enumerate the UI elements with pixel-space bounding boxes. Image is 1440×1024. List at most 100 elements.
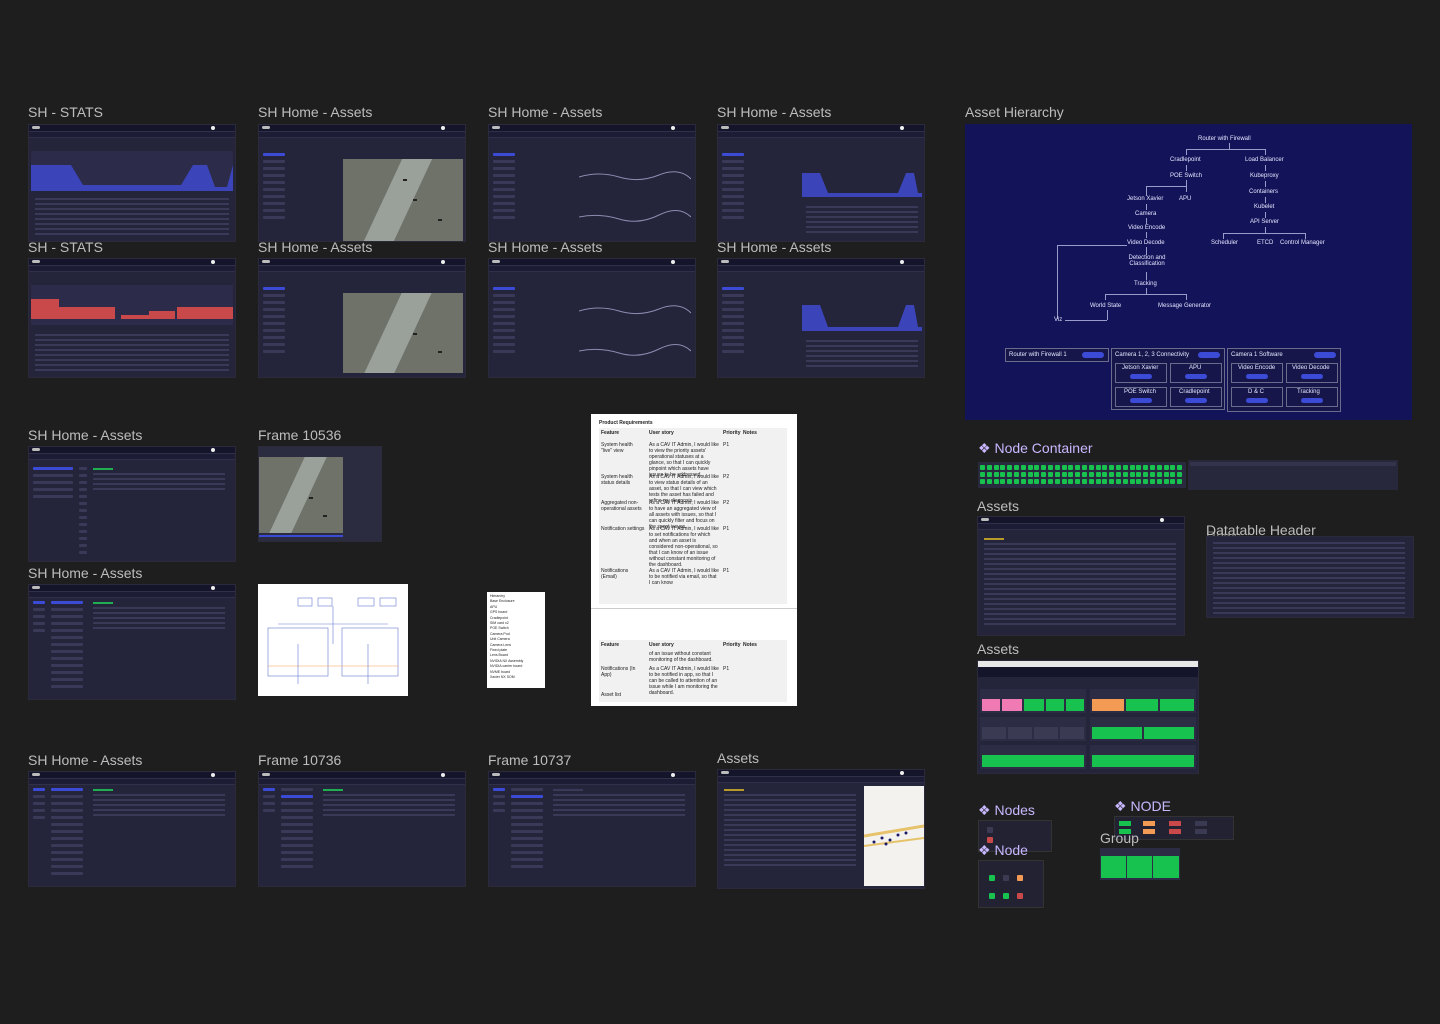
frame-sh-home-assets-5[interactable] (488, 258, 696, 378)
frame-sh-home-assets-4[interactable] (258, 258, 466, 378)
node-detection[interactable]: Detection and Classification (1125, 255, 1169, 267)
node-camera[interactable]: Camera (1135, 211, 1156, 217)
frame-label-frame-10736[interactable]: Frame 10736 (258, 752, 341, 768)
node-etcd[interactable]: ETCD (1257, 240, 1273, 246)
asset-card[interactable] (980, 689, 1086, 713)
frame-sh-home-assets-6[interactable] (717, 258, 925, 378)
asset-list[interactable] (509, 784, 545, 872)
frame-10736[interactable] (258, 771, 466, 887)
sub-node-poe[interactable]: POE Switch (1115, 387, 1167, 407)
frame-label-sh-home-assets-9[interactable]: SH Home - Assets (28, 752, 142, 768)
sub-node-video-decode[interactable]: Video Decode (1286, 363, 1338, 383)
video-progress-bar[interactable] (259, 535, 343, 537)
sub-node-tracking[interactable]: Tracking (1286, 387, 1338, 407)
frame-label-assets-2[interactable]: Assets (977, 641, 1019, 657)
component-label-node-container[interactable]: ❖ Node Container (978, 440, 1093, 457)
status-button[interactable] (1198, 352, 1220, 358)
frame-label-sh-home-assets-7[interactable]: SH Home - Assets (28, 427, 142, 443)
frame-label-group[interactable]: Group (1100, 830, 1139, 846)
asset-card[interactable] (980, 745, 1086, 769)
frame-datatable-rows[interactable] (1206, 536, 1414, 618)
node-cradlepoint[interactable]: Cradlepoint (1170, 157, 1201, 163)
status-button[interactable] (1130, 374, 1152, 379)
frame-sh-home-assets-2[interactable] (488, 124, 696, 242)
sub-node-cradlepoint[interactable]: Cradlepoint (1170, 387, 1222, 407)
node-kubelet[interactable]: Kubelet (1254, 204, 1274, 210)
component-label-nodes[interactable]: ❖ Nodes (978, 802, 1035, 819)
asset-list[interactable] (49, 784, 85, 879)
frame-label-sh-home-assets-3[interactable]: SH Home - Assets (717, 104, 831, 120)
node-load-balancer[interactable]: Load Balancer (1245, 157, 1284, 163)
frame-sh-stats-1[interactable] (28, 124, 236, 242)
asset-sidebar[interactable] (261, 283, 287, 357)
asset-sidebar[interactable] (491, 283, 517, 357)
status-button[interactable] (1185, 374, 1207, 379)
asset-card[interactable] (1090, 717, 1196, 741)
asset-sidebar[interactable] (491, 149, 517, 223)
node-tracking[interactable]: Tracking (1134, 281, 1157, 287)
asset-sidebar[interactable] (31, 784, 47, 823)
frame-label-asset-hierarchy[interactable]: Asset Hierarchy (965, 104, 1064, 120)
asset-sidebar[interactable] (491, 784, 507, 816)
status-button[interactable] (1301, 374, 1323, 379)
box-camera-software[interactable]: Camera 1 Software Video Encode Video Dec… (1227, 348, 1341, 412)
frame-sh-home-assets-1[interactable] (258, 124, 466, 242)
status-button[interactable] (1185, 398, 1207, 403)
status-button[interactable] (1082, 352, 1104, 358)
asset-sidebar[interactable] (31, 463, 75, 502)
asset-sidebar[interactable] (261, 149, 287, 223)
node-containers[interactable]: Containers (1249, 189, 1278, 195)
node-control-manager[interactable]: Control Manager (1280, 240, 1325, 246)
node-video-decode[interactable]: Video Decode (1127, 240, 1165, 246)
frame-assets-2[interactable] (977, 660, 1199, 774)
frame-10737[interactable] (488, 771, 696, 887)
node-apu[interactable]: APU (1179, 196, 1191, 202)
node-scheduler[interactable]: Scheduler (1211, 240, 1238, 246)
frame-label-sh-home-assets-8[interactable]: SH Home - Assets (28, 565, 142, 581)
asset-list[interactable] (49, 597, 85, 692)
status-button[interactable] (1314, 352, 1336, 358)
frame-label-frame-10737[interactable]: Frame 10737 (488, 752, 571, 768)
asset-sidebar[interactable] (31, 597, 47, 636)
frame-10536[interactable] (258, 446, 382, 542)
sub-node-apu[interactable]: APU (1170, 363, 1222, 383)
sub-node-video-encode[interactable]: Video Encode (1231, 363, 1283, 383)
frame-label-sh-stats-1[interactable]: SH - STATS (28, 104, 103, 120)
frame-label-sh-home-assets-1[interactable]: SH Home - Assets (258, 104, 372, 120)
node-jetson[interactable]: Jetson Xavier (1127, 196, 1163, 202)
frame-label-assets-1[interactable]: Assets (977, 498, 1019, 514)
node-poe-switch[interactable]: POE Switch (1170, 173, 1202, 179)
frame-sh-home-assets-3[interactable] (717, 124, 925, 242)
box-router-firewall[interactable]: Router with Firewall 1 (1005, 348, 1109, 362)
node-kubeproxy[interactable]: Kubeproxy (1250, 173, 1279, 179)
node-router[interactable]: Router with Firewall (1198, 136, 1251, 142)
frame-label-sh-home-assets-5[interactable]: SH Home - Assets (488, 239, 602, 255)
frame-label-sh-home-assets-4[interactable]: SH Home - Assets (258, 239, 372, 255)
frame-label-sh-home-assets-2[interactable]: SH Home - Assets (488, 104, 602, 120)
status-button[interactable] (1246, 398, 1268, 403)
box-camera-connectivity[interactable]: Camera 1, 2, 3 Connectivity Jetson Xavie… (1111, 348, 1225, 410)
status-button[interactable] (1246, 374, 1268, 379)
frame-assets-1[interactable] (977, 516, 1185, 636)
frame-assets-bottom[interactable] (717, 769, 925, 889)
node-world-state[interactable]: World State (1090, 303, 1121, 309)
frame-sh-stats-2[interactable] (28, 258, 236, 378)
frame-sh-home-assets-8[interactable] (28, 584, 236, 700)
node-api-server[interactable]: API Server (1250, 219, 1279, 225)
asset-sidebar[interactable] (261, 784, 277, 816)
sub-node-jetson[interactable]: Jetson Xavier (1115, 363, 1167, 383)
component-label-node[interactable]: ❖ Node (978, 842, 1028, 859)
frame-label-sh-stats-2[interactable]: SH - STATS (28, 239, 103, 255)
asset-card[interactable] (1090, 689, 1196, 713)
frame-label-sh-home-assets-6[interactable]: SH Home - Assets (717, 239, 831, 255)
component-label-node-upper[interactable]: ❖ NODE (1114, 798, 1171, 815)
frame-sh-home-assets-9[interactable] (28, 771, 236, 887)
status-button[interactable] (1301, 398, 1323, 403)
frame-label-frame-10536[interactable]: Frame 10536 (258, 427, 341, 443)
asset-list[interactable] (279, 784, 315, 872)
node-viz[interactable]: Viz (1054, 317, 1062, 323)
node-video-encode[interactable]: Video Encode (1128, 225, 1165, 231)
status-button[interactable] (1130, 398, 1152, 403)
asset-card[interactable] (1090, 745, 1196, 769)
asset-sidebar[interactable] (720, 149, 746, 223)
